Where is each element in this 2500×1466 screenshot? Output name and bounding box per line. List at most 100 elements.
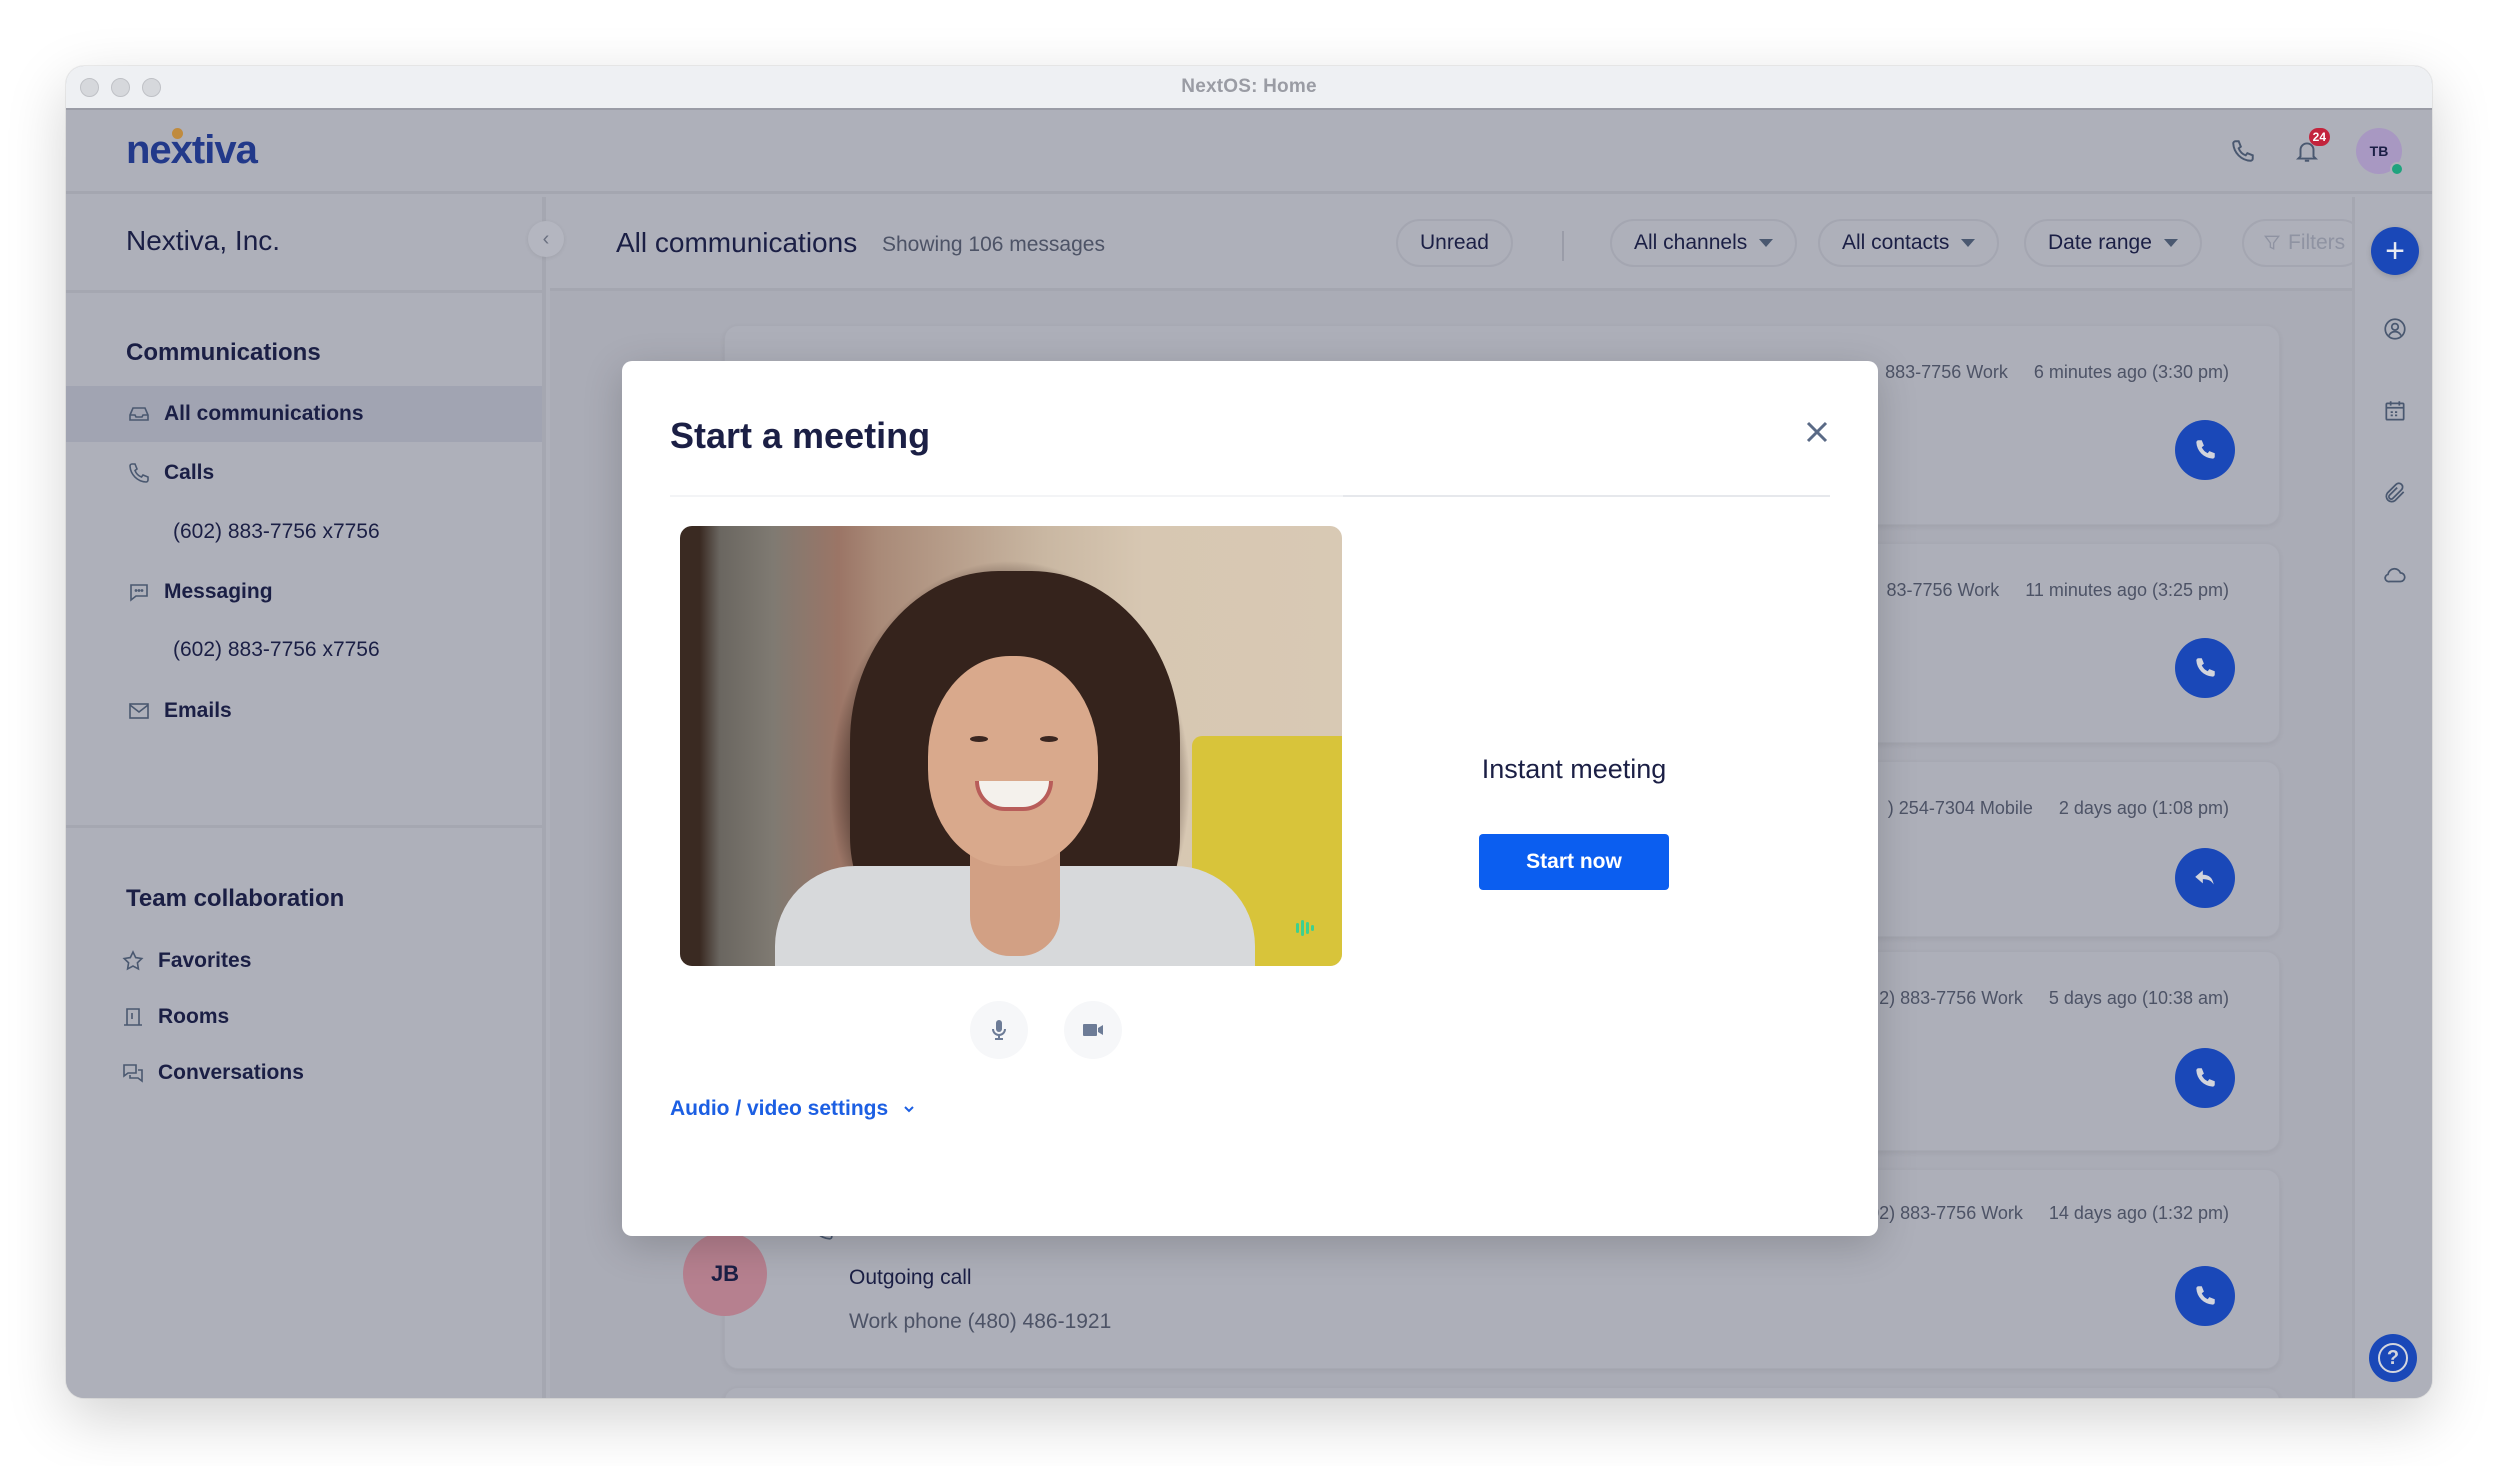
phone-icon	[126, 460, 152, 486]
conversations-icon	[120, 1060, 146, 1086]
phone-icon	[2196, 658, 2215, 677]
sidebar-item-label: Rooms	[158, 1005, 230, 1028]
calendar-icon[interactable]	[2381, 397, 2409, 425]
unread-filter-button[interactable]: Unread	[1396, 219, 1513, 267]
notification-badge: 24	[2308, 128, 2330, 146]
inbox-icon	[126, 401, 152, 427]
cloud-icon[interactable]	[2381, 561, 2409, 589]
phone-icon	[2196, 1068, 2215, 1087]
message-count: Showing 106 messages	[882, 233, 1105, 256]
call-button[interactable]	[2175, 420, 2235, 480]
microphone-icon	[992, 1020, 1006, 1040]
card-meta: 83-7756 Work 11 minutes ago (3:25 pm)	[1886, 580, 2229, 601]
sidebar-item-favorites[interactable]: Favorites	[66, 933, 542, 989]
user-avatar[interactable]: TB	[2356, 128, 2404, 176]
door-icon	[120, 1004, 146, 1030]
av-settings-label: Audio / video settings	[670, 1097, 889, 1120]
bell-icon[interactable]: 24	[2292, 128, 2330, 166]
presence-indicator	[2390, 162, 2404, 176]
modal-title: Start a meeting	[670, 415, 931, 456]
pill-label: All channels	[1634, 231, 1748, 254]
logo-dot	[172, 128, 183, 139]
card-meta: 883-7756 Work 6 minutes ago (3:30 pm)	[1885, 362, 2229, 383]
divider	[670, 495, 1830, 497]
filters-button[interactable]: Filters	[2242, 219, 2366, 267]
caret-down-icon	[2163, 239, 2178, 247]
person-eye	[1040, 736, 1058, 742]
pill-label: All contacts	[1842, 231, 1950, 254]
sidebar-item-label: All communications	[164, 402, 364, 425]
paperclip-icon[interactable]	[2381, 479, 2409, 507]
sidebar-item-emails[interactable]: Emails	[66, 683, 542, 739]
sidebar-subitem-calls-number[interactable]: (602) 883-7756 x7756	[173, 520, 380, 544]
reply-button[interactable]	[2175, 848, 2235, 908]
content-toolbar: All communications Showing 106 messages …	[550, 197, 2366, 291]
nextiva-logo[interactable]: nextiva	[126, 128, 258, 173]
app-header: nextiva 24 TB	[66, 112, 2432, 194]
sidebar-item-messaging[interactable]: Messaging	[66, 564, 542, 620]
channels-dropdown[interactable]: All channels	[1610, 219, 1798, 267]
page-title: All communications	[616, 227, 858, 258]
audio-video-settings-toggle[interactable]: Audio / video settings	[670, 1097, 916, 1121]
card-meta: ) 254-7304 Mobile 2 days ago (1:08 pm)	[1888, 798, 2229, 819]
section-title-team-collaboration: Team collaboration	[126, 885, 345, 912]
date-range-dropdown[interactable]: Date range	[2024, 219, 2202, 267]
plus-icon[interactable]: +	[2371, 227, 2419, 275]
camera-preview	[680, 526, 1342, 966]
call-button[interactable]	[2175, 1048, 2235, 1108]
maximize-window-button[interactable]	[142, 78, 161, 97]
card-contact: 883-7756 Work	[1885, 362, 2008, 382]
sidebar: Nextiva, Inc. ‹ Communications All commu…	[66, 197, 564, 1398]
title-bar: NextOS: Home	[66, 66, 2432, 110]
chat-bubble-icon	[126, 579, 152, 605]
contact-icon[interactable]	[2381, 315, 2409, 343]
org-name: Nextiva, Inc.	[126, 225, 281, 256]
section-title-communications: Communications	[126, 339, 321, 366]
minimize-window-button[interactable]	[111, 78, 130, 97]
app-window: NextOS: Home nextiva 24 TB Nextiva, Inc.	[66, 66, 2432, 1398]
close-icon[interactable]	[1802, 417, 1832, 447]
help-icon[interactable]: ?	[2369, 1334, 2417, 1382]
person-eye	[970, 736, 988, 742]
contacts-dropdown[interactable]: All contacts	[1818, 219, 2000, 267]
communication-card[interactable]	[724, 1387, 2280, 1398]
pill-label: Date range	[2048, 231, 2152, 254]
start-now-button[interactable]: Start now	[1479, 834, 1669, 890]
card-contact: 83-7756 Work	[1886, 580, 2000, 600]
card-contact: ) 254-7304 Mobile	[1887, 798, 2033, 818]
phone-icon	[2196, 1286, 2215, 1305]
pill-label: Filters	[2288, 231, 2346, 254]
sidebar-item-label: Messaging	[164, 580, 273, 603]
sidebar-subitem-messaging-number[interactable]: (602) 883-7756 x7756	[173, 638, 380, 662]
pill-label: Unread	[1420, 231, 1489, 254]
call-button[interactable]	[2175, 638, 2235, 698]
user-initials: TB	[2369, 143, 2389, 159]
card-time: 6 minutes ago (3:30 pm)	[2033, 362, 2229, 382]
sidebar-item-all-communications[interactable]: All communications	[66, 386, 542, 442]
divider	[1562, 231, 1564, 261]
sidebar-item-calls[interactable]: Calls	[66, 445, 542, 501]
window-title: NextOS: Home	[1181, 76, 1317, 97]
microphone-toggle[interactable]	[970, 1001, 1028, 1059]
collapse-sidebar-button[interactable]: ‹	[528, 221, 564, 257]
envelope-icon	[126, 698, 152, 724]
close-window-button[interactable]	[80, 78, 99, 97]
sidebar-item-rooms[interactable]: Rooms	[66, 989, 542, 1045]
call-button[interactable]	[2175, 1266, 2235, 1326]
star-icon	[120, 948, 146, 974]
card-time: 2 days ago (1:08 pm)	[2058, 798, 2229, 818]
phone-icon[interactable]	[2228, 136, 2258, 166]
audio-level-icon	[1296, 920, 1314, 936]
sidebar-item-conversations[interactable]: Conversations	[66, 1045, 542, 1101]
card-contact: 2) 883-7756 Work	[1879, 988, 2023, 1008]
card-detail: Work phone (480) 486-1921	[849, 1310, 1112, 1333]
card-time: 11 minutes ago (3:25 pm)	[2025, 580, 2229, 600]
person-face	[928, 656, 1098, 866]
funnel-icon	[2264, 235, 2280, 250]
contact-avatar: JB	[683, 1232, 767, 1316]
card-time: 14 days ago (1:32 pm)	[2048, 1202, 2229, 1223]
camera-toggle[interactable]	[1064, 1001, 1122, 1059]
chevron-down-icon	[904, 1106, 914, 1113]
reply-icon	[2195, 870, 2214, 885]
phone-icon	[2196, 440, 2215, 459]
